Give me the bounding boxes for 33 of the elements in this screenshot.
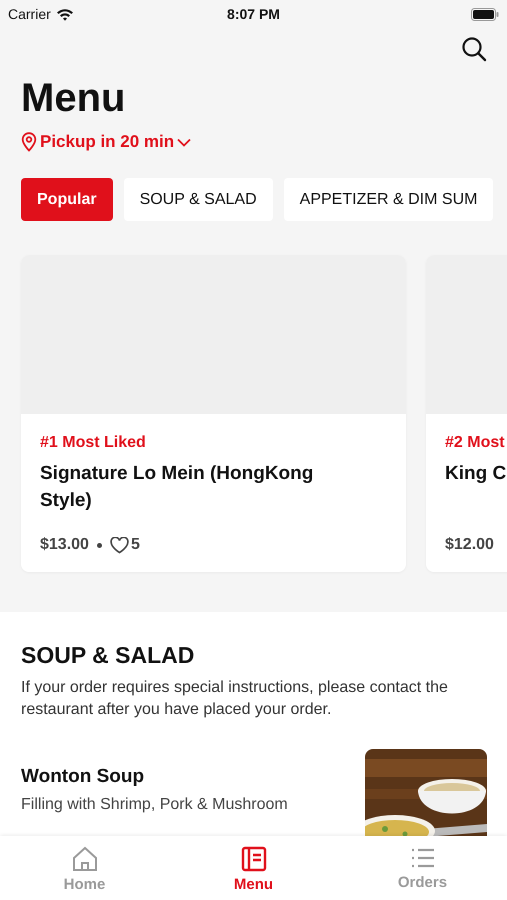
home-icon [70, 846, 98, 872]
category-tab[interactable]: APPETIZER & DIM SUM [284, 178, 494, 221]
page-title: Menu [21, 75, 126, 122]
wifi-icon [56, 8, 74, 20]
category-tab[interactable]: SOUP & SALAD [124, 178, 273, 221]
status-time: 8:07 PM [227, 6, 280, 22]
dish-name: Wonton Soup [21, 766, 146, 788]
pickup-time-selector[interactable]: Pickup in 20 min [21, 132, 192, 152]
dish-name: King C [445, 462, 507, 486]
carrier-label: Carrier [8, 6, 51, 22]
featured-dish-card[interactable]: #1 Most Liked Signature Lo Mein (HongKong Style) $13.00 5 [21, 255, 406, 572]
tab-bar-item[interactable]: Menu [169, 836, 338, 900]
rank-label: #1 Most Liked [40, 434, 147, 452]
dish-price: $12.00 [445, 536, 494, 554]
heart-icon [110, 536, 129, 554]
section-note: If your order requires special instructions, please contact the restaurant after you have placed your order. [21, 678, 449, 720]
chevron-down-icon [177, 138, 192, 146]
dish-name: Signature Lo Mein (HongKong Style) [40, 462, 314, 513]
menu-book-icon [240, 846, 266, 872]
separator-dot-icon [96, 542, 102, 548]
dish-description: Filling with Shrimp, Pork & Mushroom [21, 796, 288, 814]
list-icon [410, 846, 436, 870]
search-icon[interactable] [461, 36, 487, 62]
location-pin-icon [21, 132, 37, 152]
dish-price: $13.00 [40, 536, 89, 554]
category-tab[interactable]: Popular [21, 178, 113, 221]
battery-icon [470, 8, 499, 20]
rank-label: #2 Most [445, 434, 506, 452]
like-count: 5 [130, 536, 140, 554]
tab-bar-item[interactable]: Home [0, 836, 169, 900]
section-title: SOUP & SALAD [21, 642, 196, 669]
tab-bar-item[interactable]: Orders [338, 836, 507, 900]
featured-dish-card[interactable]: #2 Most King C $12.00 [426, 255, 507, 572]
